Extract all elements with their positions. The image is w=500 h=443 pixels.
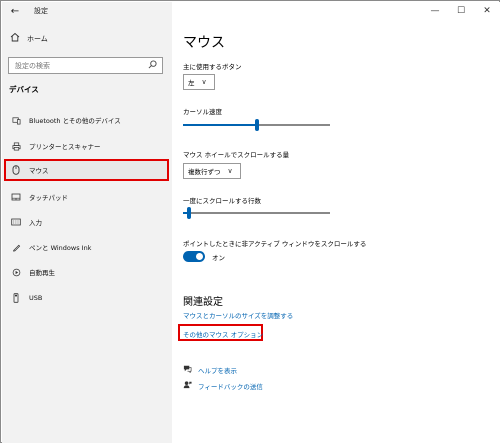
nav-home[interactable]: ホーム (10, 32, 48, 45)
wheel-scroll-dropdown[interactable]: 複数行ずつ ∨ (183, 163, 241, 179)
cursor-speed-label: カーソル速度 (183, 108, 222, 116)
window-controls: — ☐ ✕ (422, 2, 500, 20)
back-arrow-icon[interactable]: ← (2, 2, 28, 20)
slider-fill (183, 124, 255, 126)
chevron-down-icon: ∨ (227, 167, 233, 175)
sidebar-item-touchpad[interactable]: タッチパッド (4, 186, 169, 208)
autoplay-icon (11, 268, 21, 277)
slider-thumb[interactable] (255, 119, 259, 131)
section-title: デバイス (9, 85, 39, 94)
feedback-row[interactable]: フィードバックの送信 (183, 380, 263, 391)
additional-mouse-options-link[interactable]: その他のマウス オプション (183, 329, 263, 339)
printer-icon (11, 142, 21, 151)
feedback-icon (183, 380, 193, 391)
main-content: — ☐ ✕ マウス 主に使用するボタン 左 ∨ カーソル速度 マウス ホイールで… (172, 2, 500, 443)
related-settings-title: 関連設定 (183, 297, 223, 308)
keyboard-icon (11, 218, 21, 226)
toggle-knob (196, 253, 203, 260)
home-icon (10, 32, 22, 45)
help-icon (183, 364, 193, 375)
sidebar-item-autoplay[interactable]: 自動再生 (4, 261, 169, 283)
sidebar-item-printers[interactable]: プリンターとスキャナー (4, 135, 169, 157)
maximize-icon[interactable]: ☐ (448, 2, 474, 20)
search-icon[interactable] (148, 60, 157, 72)
sidebar: ← 設定 ホーム デバイス Bluetooth とその他のデバイス (2, 2, 172, 443)
pen-icon (11, 243, 21, 252)
sidebar-item-label: USB (29, 294, 43, 302)
primary-button-value: 左 (188, 79, 195, 87)
wheel-scroll-value: 複数行ずつ (188, 168, 221, 176)
sidebar-item-label: タッチパッド (29, 194, 68, 202)
sidebar-item-usb[interactable]: USB (4, 287, 169, 309)
feedback-link[interactable]: フィードバックの送信 (198, 381, 263, 391)
lines-to-scroll-label: 一度にスクロールする行数 (183, 197, 261, 205)
sidebar-item-label: 自動再生 (29, 269, 55, 277)
adjust-cursor-size-link[interactable]: マウスとカーソルのサイズを調整する (183, 310, 293, 320)
primary-button-label: 主に使用するボタン (183, 63, 242, 71)
help-link[interactable]: ヘルプを表示 (198, 365, 237, 375)
help-row[interactable]: ヘルプを表示 (183, 364, 237, 375)
inactive-scroll-label: ポイントしたときに非アクティブ ウィンドウをスクロールする (183, 240, 367, 248)
inactive-scroll-toggle[interactable] (183, 251, 205, 262)
sidebar-item-input[interactable]: 入力 (4, 211, 169, 233)
sidebar-item-label: マウス (29, 167, 49, 175)
sidebar-item-label: 入力 (29, 219, 42, 227)
home-label: ホーム (27, 34, 48, 43)
bluetooth-icon (11, 116, 21, 125)
settings-window: ← 設定 ホーム デバイス Bluetooth とその他のデバイス (0, 0, 500, 443)
search-box[interactable] (8, 57, 163, 74)
cursor-speed-slider[interactable] (183, 119, 330, 131)
sidebar-item-mouse[interactable]: マウス (4, 159, 169, 181)
slider-track (183, 212, 330, 214)
touchpad-icon (11, 193, 21, 201)
sidebar-item-label: ペンと Windows Ink (29, 244, 92, 252)
sidebar-item-label: Bluetooth とその他のデバイス (29, 117, 121, 125)
chevron-down-icon: ∨ (201, 78, 207, 86)
sidebar-item-pen[interactable]: ペンと Windows Ink (4, 236, 169, 258)
sidebar-item-label: プリンターとスキャナー (29, 143, 101, 151)
toggle-state-label: オン (212, 254, 225, 262)
close-icon[interactable]: ✕ (474, 2, 500, 20)
app-title: 設定 (34, 7, 48, 15)
minimize-icon[interactable]: — (422, 2, 448, 20)
lines-to-scroll-slider[interactable] (183, 207, 330, 219)
usb-icon (11, 293, 21, 303)
search-input[interactable] (9, 58, 139, 73)
titlebar: ← 設定 (2, 2, 172, 20)
page-title: マウス (183, 35, 225, 51)
mouse-icon (11, 165, 21, 175)
slider-thumb[interactable] (187, 207, 191, 219)
wheel-scroll-label: マウス ホイールでスクロールする量 (183, 151, 290, 159)
primary-button-dropdown[interactable]: 左 ∨ (183, 74, 215, 90)
sidebar-item-bluetooth[interactable]: Bluetooth とその他のデバイス (4, 109, 169, 131)
